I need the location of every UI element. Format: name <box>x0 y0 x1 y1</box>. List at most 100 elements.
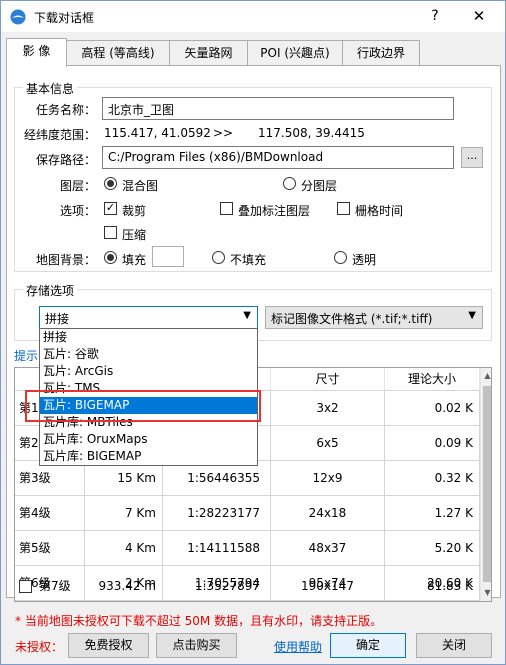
cell-size: 6x5 <box>271 426 385 461</box>
window-title: 下载对话框 <box>34 11 95 25</box>
tab-imagery[interactable]: 影 像 <box>6 38 67 67</box>
layer-mixed-radio[interactable] <box>104 177 117 190</box>
table-row[interactable]: 第7级 933.42 m 1:3527897 190x147 81.83 K <box>15 569 480 601</box>
range-from: 115.417, 41.0592 <box>104 126 211 140</box>
help-link[interactable]: 使用帮助 <box>274 638 322 655</box>
close-window-button[interactable]: ✕ <box>461 5 497 27</box>
dropdown-item-stitch[interactable]: 拼接 <box>40 329 257 346</box>
grid-time-checkbox[interactable] <box>337 202 350 215</box>
cell-resolution: 933.42 m <box>85 569 163 601</box>
layer-separate-radio[interactable] <box>283 177 296 190</box>
cell-estimate: 0.09 K <box>385 426 480 461</box>
cell-scale: 1:56446355 <box>163 461 271 496</box>
task-name-label: 任务名称： <box>35 103 96 117</box>
cell-size: 12x9 <box>271 461 385 496</box>
scroll-up-icon[interactable]: ▲ <box>481 371 491 380</box>
cell-scale: 1:14111588 <box>163 531 271 566</box>
options-label: 选项： <box>59 204 96 218</box>
dropdown-item-google-tiles[interactable]: 瓦片: 谷歌 <box>40 346 257 363</box>
grid-time-label: 栅格时间 <box>355 204 404 218</box>
ok-button[interactable]: 确定 <box>330 633 406 658</box>
map-background-label: 地图背景： <box>35 253 96 267</box>
scroll-thumb[interactable] <box>483 386 491 582</box>
layer-mixed-label: 混合图 <box>122 179 159 193</box>
unauthorized-label: 未授权： <box>15 640 64 654</box>
cell-estimate: 81.83 K <box>385 569 480 601</box>
scroll-down-icon[interactable]: ▼ <box>481 588 491 597</box>
bg-transparent-label: 透明 <box>352 253 377 267</box>
title-bar: 下载对话框 ? ✕ <box>1 1 505 32</box>
save-path-label: 保存路径： <box>35 153 96 167</box>
range-to: 117.508, 39.4415 <box>258 126 365 140</box>
bg-fill-label: 填充 <box>122 253 147 267</box>
cell-level: 第5级 <box>15 531 85 566</box>
table-row[interactable]: 第4级 7 Km 1:28223177 24x18 1.27 K <box>15 496 480 531</box>
bg-fill-radio[interactable] <box>104 251 117 264</box>
layer-separate-label: 分图层 <box>301 179 338 193</box>
compress-label: 压缩 <box>122 228 147 242</box>
crop-label: 裁剪 <box>122 204 147 218</box>
crop-checkbox[interactable]: ✓ <box>104 202 117 215</box>
tab-admin-boundary[interactable]: 行政边界 <box>342 40 420 66</box>
close-button[interactable]: 关闭 <box>416 633 492 658</box>
app-logo-icon <box>10 9 26 25</box>
buy-button[interactable]: 点击购买 <box>156 633 237 658</box>
free-auth-button[interactable]: 免费授权 <box>68 633 149 658</box>
header-estimate: 理论大小 <box>385 368 480 391</box>
cell-resolution: 4 Km <box>85 531 163 566</box>
bg-nofill-label: 不填充 <box>230 253 267 267</box>
table-row[interactable]: 第3级 15 Km 1:56446355 12x9 0.32 K <box>15 461 480 496</box>
file-format-value: 标记图像文件格式 (*.tif;*.tiff) <box>271 312 433 326</box>
level-7-checkbox[interactable] <box>19 580 32 593</box>
bg-nofill-radio[interactable] <box>212 251 225 264</box>
cell-level-text: 第7级 <box>39 579 71 593</box>
header-size: 尺寸 <box>271 368 385 391</box>
cell-resolution: 15 Km <box>85 461 163 496</box>
bg-transparent-radio[interactable] <box>334 251 347 264</box>
dropdown-item-arcgis-tiles[interactable]: 瓦片: ArcGis <box>40 363 257 380</box>
cell-resolution: 7 Km <box>85 496 163 531</box>
overlay-label-text: 叠加标注图层 <box>238 204 311 218</box>
cell-level: 第4级 <box>15 496 85 531</box>
basic-info-title: 基本信息 <box>23 80 78 97</box>
table-row[interactable]: 第5级 4 Km 1:14111588 48x37 5.20 K <box>15 531 480 566</box>
cell-size: 190x147 <box>271 569 385 601</box>
tab-vector-roads[interactable]: 矢量路网 <box>169 40 248 66</box>
task-name-input[interactable]: 北京市_卫图 <box>102 97 454 120</box>
chevron-down-icon: ▼ <box>243 310 251 321</box>
dropdown-item-bigemap-tilelib[interactable]: 瓦片库: BIGEMAP <box>40 448 257 465</box>
dropdown-item-oruxmaps[interactable]: 瓦片库: OruxMaps <box>40 431 257 448</box>
chevron-down-icon: ▼ <box>468 310 476 321</box>
layer-label: 图层： <box>59 179 96 193</box>
overlay-label-checkbox[interactable] <box>220 202 233 215</box>
cell-size: 24x18 <box>271 496 385 531</box>
range-label: 经纬度范围： <box>23 128 96 142</box>
cell-estimate: 0.32 K <box>385 461 480 496</box>
tab-poi[interactable]: POI (兴趣点) <box>247 40 343 66</box>
storage-type-select[interactable]: 拼接 ▼ <box>39 306 258 329</box>
save-path-input[interactable]: C:/Program Files (x86)/BMDownload <box>102 146 454 169</box>
cell-size: 3x2 <box>271 391 385 426</box>
highlight-annotation <box>25 390 261 422</box>
range-arrow: >> <box>213 126 234 140</box>
fill-color-swatch[interactable] <box>152 246 184 267</box>
tip-link[interactable]: 提示 <box>14 347 38 364</box>
browse-button[interactable]: ... <box>461 147 483 168</box>
cell-scale: 1:28223177 <box>163 496 271 531</box>
cell-size: 48x37 <box>271 531 385 566</box>
download-dialog: 下载对话框 ? ✕ 影 像 高程 (等高线) 矢量路网 POI (兴趣点) 行政… <box>0 0 506 665</box>
compress-checkbox[interactable] <box>104 226 117 239</box>
cell-estimate: 0.02 K <box>385 391 480 426</box>
storage-type-value: 拼接 <box>45 312 70 326</box>
table-scrollbar[interactable]: ▲ ▼ <box>480 368 491 601</box>
cell-scale: 1:3527897 <box>163 569 271 601</box>
help-button[interactable]: ? <box>421 5 449 27</box>
cell-estimate: 5.20 K <box>385 531 480 566</box>
license-warning: * 当前地图未授权可下载不超过 50M 数据，且有水印，请支持正版。 <box>15 614 383 628</box>
tab-elevation[interactable]: 高程 (等高线) <box>66 40 170 66</box>
cell-level: 第3级 <box>15 461 85 496</box>
file-format-select[interactable]: 标记图像文件格式 (*.tif;*.tiff) ▼ <box>265 306 483 329</box>
storage-title: 存储选项 <box>23 282 78 299</box>
cell-level: 第7级 <box>15 569 85 601</box>
cell-estimate: 1.27 K <box>385 496 480 531</box>
